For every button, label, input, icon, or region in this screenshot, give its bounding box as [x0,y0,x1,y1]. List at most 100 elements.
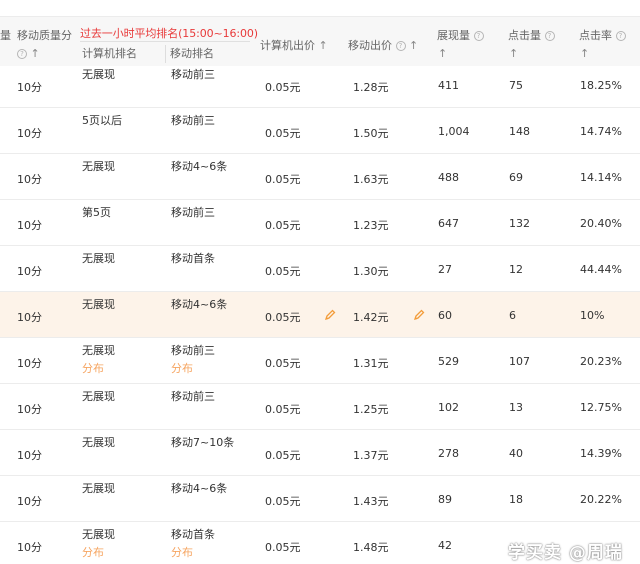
quality-score: 10分 [17,173,42,186]
table-row[interactable]: 10分 无展现 分布 移动前三 分布 0.05元 1.31元 529 107 2… [0,338,640,384]
pc-bid[interactable]: 0.05元 [265,447,301,463]
header-mobile-bid-label: 移动出价 [348,39,392,52]
help-icon[interactable]: ? [615,31,626,41]
sort-icon[interactable]: ↑ [438,47,447,60]
clicks: 13 [509,401,523,414]
pc-rank: 第5页 [82,206,111,219]
sort-icon[interactable]: ↑ [509,47,518,60]
table-row[interactable]: 10分 无展现 移动4~6条 0.05元 1.63元 488 69 14.14% [0,154,640,200]
mobile-bid[interactable]: 1.48元 [353,539,389,555]
mobile-rank: 移动4~6条 [171,160,228,173]
header-mobile-quality[interactable]: 移动质量分 [17,27,72,43]
header-mobile-bid[interactable]: 移动出价 ? ↑ [348,37,418,53]
mobile-bid[interactable]: 1.31元 [353,355,389,371]
column-divider [165,45,166,63]
header-clicks[interactable]: 点击量 ? [508,27,555,43]
pc-rank-distribution-link[interactable]: 分布 [82,360,104,376]
mobile-bid[interactable]: 1.30元 [353,263,389,279]
edit-pencil-icon[interactable] [324,309,336,321]
pc-bid[interactable]: 0.05元 [265,79,301,95]
mobile-bid[interactable]: 1.37元 [353,447,389,463]
table-row[interactable]: 10分 第5页 移动前三 0.05元 1.23元 647 132 20.40% [0,200,640,246]
header-ctr[interactable]: 点击率 ? [579,27,626,43]
sort-icon[interactable]: ↑ [580,47,589,60]
table-row[interactable]: 10分 5页以后 移动前三 0.05元 1.50元 1,004 148 14.7… [0,108,640,154]
pc-rank-distribution-link[interactable]: 分布 [82,544,104,560]
header-mobile-quality-controls: ? ↑ [17,47,40,60]
mobile-rank: 移动4~6条 [171,298,228,311]
clicks: 132 [509,217,530,230]
pc-bid[interactable]: 0.05元 [265,217,301,233]
clicks: 107 [509,355,530,368]
clicks: 6 [509,309,516,322]
quality-score: 10分 [17,127,42,140]
impressions: 60 [438,309,452,322]
mobile-bid[interactable]: 1.63元 [353,171,389,187]
ctr: 20.40% [580,217,622,230]
impressions: 529 [438,355,459,368]
clicks: 69 [509,171,523,184]
impressions: 89 [438,493,452,506]
pc-bid[interactable]: 0.05元 [265,539,301,555]
quality-score: 10分 [17,541,42,554]
help-icon[interactable]: ? [544,31,555,41]
table-row[interactable]: 10分 无展现 移动前三 0.05元 1.25元 102 13 12.75% [0,384,640,430]
table-row[interactable]: 10分 无展现 移动首条 0.05元 1.30元 27 12 44.44% [0,246,640,292]
table-row[interactable]: 10分 无展现 移动4~6条 0.05元 1.43元 89 18 20.22% [0,476,640,522]
help-icon[interactable]: ? [473,31,484,41]
pc-bid[interactable]: 0.05元 [265,309,301,325]
mobile-rank: 移动7~10条 [171,436,235,449]
header-pc-bid[interactable]: 计算机出价 ↑ [260,37,328,53]
pc-rank: 无展现 [82,436,115,449]
edit-pencil-icon[interactable] [413,309,425,321]
table-row-hovered[interactable]: 10分 无展现 移动4~6条 0.05元 1.42元 60 6 10% [0,292,640,338]
impressions: 488 [438,171,459,184]
table-header: 量 移动质量分 ? ↑ 过去一小时平均排名(15:00~16:00) 计算机排名… [0,16,640,66]
mobile-bid[interactable]: 1.25元 [353,401,389,417]
mobile-bid[interactable]: 1.42元 [353,309,389,325]
sort-icon[interactable]: ↑ [319,39,328,52]
header-pc-bid-label: 计算机出价 [260,39,315,52]
pc-bid[interactable]: 0.05元 [265,355,301,371]
watermark-text: 学买卖 @周瑞 [508,543,623,563]
sort-icon[interactable]: ↑ [31,47,40,60]
avg-rank-title: 过去一小时平均排名(15:00~16:00) [80,27,258,40]
pc-rank: 无展现 [82,528,115,541]
clicks: 148 [509,125,530,138]
mobile-rank: 移动前三 [171,114,215,127]
help-icon[interactable]: ? [17,49,27,59]
header-impressions[interactable]: 展现量 ? [437,27,484,43]
pc-bid[interactable]: 0.05元 [265,493,301,509]
mobile-rank-distribution-link[interactable]: 分布 [171,544,193,560]
ctr: 44.44% [580,263,622,276]
clicks: 12 [509,263,523,276]
table-row[interactable]: 10分 无展现 移动前三 0.05元 1.28元 411 75 18.25% [0,62,640,108]
mobile-bid[interactable]: 1.43元 [353,493,389,509]
impressions: 1,004 [438,125,470,138]
quality-score: 10分 [17,311,42,324]
ctr: 14.14% [580,171,622,184]
pc-bid[interactable]: 0.05元 [265,171,301,187]
pc-bid[interactable]: 0.05元 [265,125,301,141]
ctr: 18.25% [580,79,622,92]
table-row[interactable]: 10分 无展现 移动7~10条 0.05元 1.37元 278 40 14.39… [0,430,640,476]
pc-rank: 无展现 [82,252,115,265]
impressions: 411 [438,79,459,92]
mobile-bid[interactable]: 1.50元 [353,125,389,141]
mobile-rank-distribution-link[interactable]: 分布 [171,360,193,376]
mobile-bid[interactable]: 1.23元 [353,217,389,233]
pc-bid[interactable]: 0.05元 [265,401,301,417]
impressions: 27 [438,263,452,276]
quality-score: 10分 [17,495,42,508]
header-ctr-label: 点击率 [579,29,612,42]
pc-bid[interactable]: 0.05元 [265,263,301,279]
quality-score: 10分 [17,219,42,232]
sort-icon[interactable]: ↑ [409,39,418,52]
pc-rank: 无展现 [82,298,115,311]
pc-rank: 无展现 [82,68,115,81]
header-impressions-label: 展现量 [437,29,470,42]
help-icon[interactable]: ? [395,41,406,51]
pc-rank: 5页以后 [82,114,122,127]
mobile-bid[interactable]: 1.28元 [353,79,389,95]
pc-rank: 无展现 [82,482,115,495]
